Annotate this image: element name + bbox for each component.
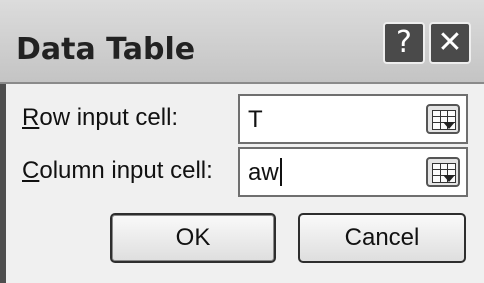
row-range-picker-button[interactable] [426, 104, 460, 134]
help-icon: ? [396, 25, 412, 60]
cancel-button[interactable]: Cancel [298, 213, 466, 263]
close-icon: ✕ [437, 25, 463, 60]
row-input-value: T [248, 106, 263, 133]
column-input-label: Column input cell: [22, 157, 213, 185]
column-input-value: aw [248, 159, 279, 186]
row-input-field[interactable]: T [238, 94, 468, 144]
close-button[interactable]: ✕ [429, 22, 471, 64]
data-table-dialog: Data Table ? ✕ Row input cell: T Column … [0, 0, 484, 283]
row-input-label-accesskey: R [22, 104, 40, 131]
title-bar[interactable]: Data Table ? ✕ [0, 0, 484, 84]
row-input-label: Row input cell: [22, 104, 178, 132]
column-range-picker-button[interactable] [426, 157, 460, 187]
left-edge [0, 84, 6, 283]
dialog-title: Data Table [16, 32, 196, 67]
collapse-arrow-icon [443, 175, 455, 182]
column-input-field[interactable]: aw [238, 147, 468, 197]
collapse-arrow-icon [443, 122, 455, 129]
column-input-label-accesskey: C [22, 157, 40, 184]
row-input-label-text: ow input cell: [39, 104, 179, 131]
help-button[interactable]: ? [383, 22, 425, 64]
column-input-label-text: olumn input cell: [39, 157, 213, 184]
ok-button[interactable]: OK [110, 213, 276, 263]
text-caret [280, 158, 282, 186]
